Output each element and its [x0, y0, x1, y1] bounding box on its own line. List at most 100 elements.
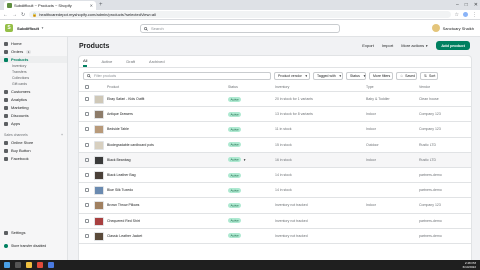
table-row[interactable]: Blue Silk Tuxedo Active 14 in stock part… — [79, 183, 471, 199]
table-row[interactable]: Bedside Table Active 11 in stock Indoor … — [79, 122, 471, 138]
tab-archived[interactable]: Archived — [149, 56, 165, 67]
column-header-vendor[interactable]: Vendor — [419, 85, 430, 89]
row-checkbox[interactable] — [85, 173, 89, 178]
product-name[interactable]: Biodegradable cardboard pots — [107, 143, 154, 147]
system-clock[interactable]: 2:48 PM 6/10/2022 — [463, 261, 476, 269]
column-header-inventory[interactable]: Inventory — [275, 85, 289, 89]
more-actions-button[interactable]: More actions ▼ — [401, 43, 428, 48]
sidebar-item-discounts[interactable]: Discounts — [0, 112, 67, 119]
row-checkbox[interactable] — [85, 218, 89, 223]
status-badge: Active — [228, 202, 242, 208]
minimize-icon[interactable]: – — [456, 2, 459, 8]
row-checkbox[interactable] — [85, 142, 89, 147]
product-name[interactable]: Chequered Red Shirt — [107, 219, 140, 223]
star-icon[interactable]: ☆ — [455, 12, 459, 18]
chevron-down-icon[interactable]: ▼ — [41, 26, 44, 30]
sidebar-subitem-gift-cards[interactable]: Gift cards — [0, 81, 67, 87]
new-tab-icon[interactable]: + — [99, 1, 103, 9]
more-filters-button[interactable]: More filters — [369, 71, 393, 80]
sidebar-item-settings[interactable]: Settings — [0, 229, 68, 236]
products-card: All Active Draft Archived Filter product… — [79, 56, 471, 266]
sidebar-item-analytics[interactable]: Analytics — [0, 96, 67, 103]
status-cell: Active — [228, 126, 242, 132]
chrome-icon[interactable] — [37, 262, 43, 268]
sidebar-item-orders[interactable]: Orders 1 — [0, 48, 67, 55]
close-window-icon[interactable]: ✕ — [474, 2, 478, 8]
product-name[interactable]: Blue Silk Tuxedo — [107, 188, 133, 192]
product-name[interactable]: Ebay Safari - Kids Outfit — [107, 97, 144, 101]
sales-channels-heading: Sales channels + — [0, 132, 67, 138]
sidebar-item-products[interactable]: Products — [0, 56, 67, 63]
column-header-status[interactable]: Status — [228, 85, 238, 89]
status-cell[interactable]: Active ▼ — [228, 157, 246, 163]
filter-products-input[interactable]: Filter products — [83, 71, 271, 80]
table-row[interactable]: Chequered Red Shirt Active Inventory not… — [79, 214, 471, 229]
sidebar-item-customers[interactable]: Customers — [0, 88, 67, 95]
add-channel-icon[interactable]: + — [61, 133, 63, 137]
column-header-type[interactable]: Type — [366, 85, 374, 89]
app-icon[interactable] — [48, 262, 54, 268]
vendor-cell: partners-demo — [419, 218, 442, 223]
row-checkbox[interactable] — [85, 203, 89, 208]
sidebar-item-label: Apps — [11, 121, 21, 126]
table-row[interactable]: Antique Drawers Active 13 in stock for 8… — [79, 107, 471, 123]
tab-all[interactable]: All — [83, 56, 88, 67]
table-row[interactable]: Black Leather Bag Active 14 in stock par… — [79, 168, 471, 184]
export-button[interactable]: Export — [362, 43, 374, 48]
browser-menu-icon[interactable]: ⋮ — [472, 12, 477, 18]
file-explorer-icon[interactable] — [26, 262, 32, 268]
row-checkbox[interactable] — [85, 188, 89, 193]
admin-topbar: S Subdifficult ▼ Search Sanctuary Shaikh — [0, 20, 480, 37]
table-row[interactable]: Black Beanbag Active ▼ 16 in stock Indoo… — [79, 152, 471, 168]
row-checkbox[interactable] — [85, 157, 89, 162]
browser-tab[interactable]: Subdifficult ~ Products ~ Shopify ✕ — [4, 1, 96, 10]
status-cell: Active — [228, 187, 242, 193]
windows-start-icon[interactable] — [4, 262, 10, 268]
back-icon[interactable]: ← — [3, 12, 8, 18]
row-checkbox[interactable] — [85, 127, 89, 132]
row-checkbox[interactable] — [85, 112, 89, 117]
product-name[interactable]: Black Leather Bag — [107, 173, 136, 177]
product-name[interactable]: Antique Drawers — [107, 112, 133, 116]
store-alert[interactable]: Store transfer disabled — [0, 241, 68, 250]
sidebar-item-buy-button[interactable]: Buy Button — [0, 147, 67, 154]
forward-icon[interactable]: → — [12, 12, 17, 18]
product-name[interactable]: Brown Throw Pillows — [107, 203, 139, 207]
browser-profile-icon[interactable] — [463, 12, 468, 17]
saved-button[interactable]: ☆ Saved — [396, 71, 417, 80]
tagged-with-filter[interactable]: Tagged with ▼ — [313, 71, 343, 80]
user-menu[interactable]: Sanctuary Shaikh — [431, 24, 474, 32]
select-all-checkbox[interactable] — [85, 85, 89, 89]
close-tab-icon[interactable]: ✕ — [90, 3, 93, 8]
browser-tab-title: Subdifficult ~ Products ~ Shopify — [14, 3, 72, 8]
sidebar-item-home[interactable]: Home — [0, 40, 67, 47]
sidebar-item-marketing[interactable]: Marketing — [0, 104, 67, 111]
product-name[interactable]: Classic Leather Jacket — [107, 234, 142, 238]
table-row[interactable]: Biodegradable cardboard pots Active 15 i… — [79, 138, 471, 153]
row-checkbox[interactable] — [85, 233, 89, 238]
store-name[interactable]: Subdifficult — [17, 26, 39, 31]
sidebar-item-online-store[interactable]: Online Store — [0, 139, 67, 146]
row-checkbox[interactable] — [85, 97, 89, 102]
tab-draft[interactable]: Draft — [126, 56, 135, 67]
table-row[interactable]: Classic Leather Jacket Active Inventory … — [79, 229, 471, 244]
table-row[interactable]: Brown Throw Pillows Active Inventory not… — [79, 198, 471, 214]
product-vendor-filter[interactable]: Product vendor ▼ — [274, 71, 310, 80]
product-name[interactable]: Black Beanbag — [107, 158, 131, 162]
url-field[interactable]: 🔒 healthcaredepot.myshopify.com/admin/pr… — [29, 11, 451, 18]
import-button[interactable]: Import — [382, 43, 393, 48]
shopify-logo-icon[interactable]: S — [5, 24, 13, 32]
taskbar-search-icon[interactable] — [15, 262, 21, 268]
status-filter[interactable]: Status ▼ — [346, 71, 366, 80]
search-input[interactable]: Search — [140, 24, 340, 33]
tab-active[interactable]: Active — [101, 56, 112, 67]
sidebar-item-apps[interactable]: Apps — [0, 120, 67, 127]
add-product-button[interactable]: Add product — [436, 41, 470, 50]
maximize-icon[interactable]: □ — [465, 2, 468, 8]
sidebar-item-facebook[interactable]: Facebook — [0, 155, 67, 162]
table-row[interactable]: Ebay Safari - Kids Outfit Active 20 in s… — [79, 92, 471, 108]
column-header-product[interactable]: Product — [107, 85, 119, 89]
reload-icon[interactable]: ↻ — [21, 12, 25, 18]
product-name[interactable]: Bedside Table — [107, 127, 129, 131]
sort-button[interactable]: ⇅ Sort — [420, 71, 438, 80]
